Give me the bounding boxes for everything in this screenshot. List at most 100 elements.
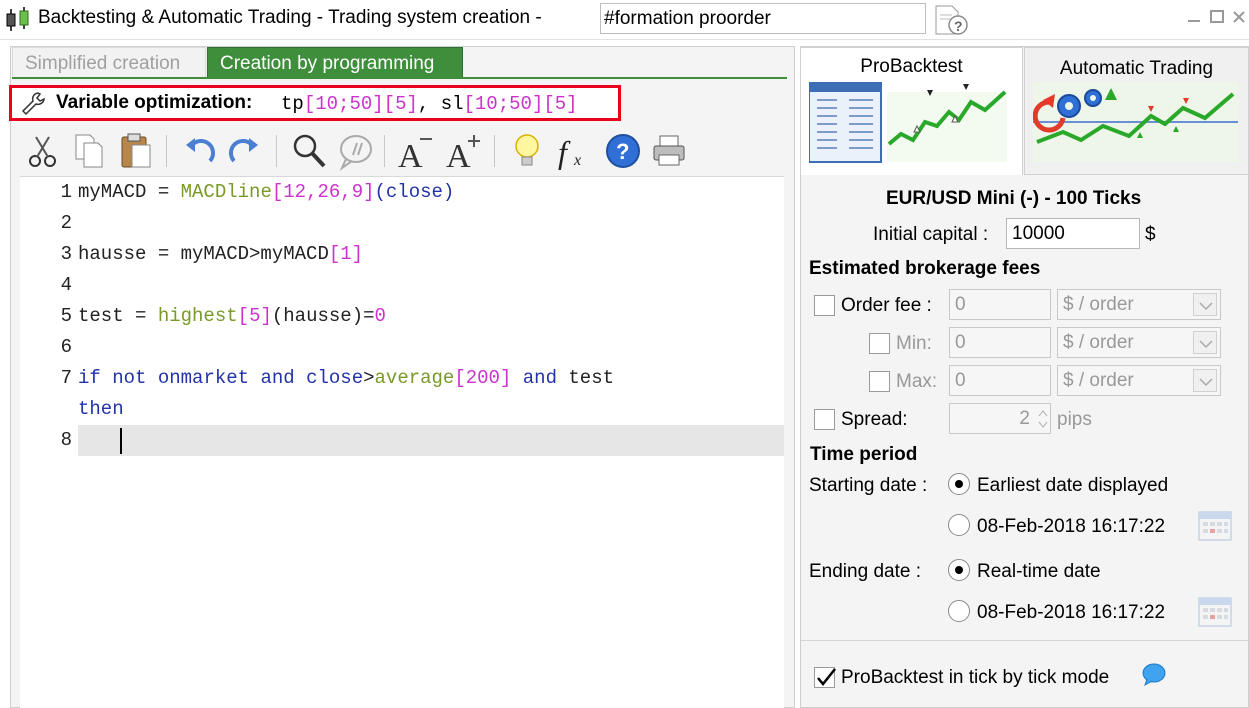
increase-font-icon[interactable]: A xyxy=(444,131,482,175)
lightbulb-icon[interactable] xyxy=(508,131,546,171)
calendar-icon[interactable] xyxy=(1196,506,1234,544)
text-caret xyxy=(120,428,122,454)
chat-bubble-info-icon[interactable] xyxy=(1141,662,1167,687)
function-icon[interactable]: fx xyxy=(554,131,592,171)
redo-icon[interactable] xyxy=(226,131,264,171)
svg-text:A: A xyxy=(446,138,471,171)
panel-divider xyxy=(801,640,1248,641)
line-number: 4 xyxy=(60,274,72,296)
spread-spinner[interactable]: 2 xyxy=(949,403,1051,434)
order-fee-label: Order fee : xyxy=(841,295,932,316)
tick-mode-checkbox[interactable] xyxy=(814,667,836,688)
code-editor[interactable]: 1 myMACD = MACDline[12,26,9](close) 2 3 … xyxy=(20,176,784,708)
tab-simplified-creation[interactable]: Simplified creation xyxy=(12,47,206,77)
decrease-font-icon[interactable]: A xyxy=(396,131,434,175)
line-number: 8 xyxy=(60,429,72,451)
print-icon[interactable] xyxy=(650,131,688,171)
document-help-icon[interactable]: ? xyxy=(932,3,970,37)
tab-automatic-trading[interactable]: Automatic Trading xyxy=(1024,47,1249,175)
initial-capital-input[interactable]: 10000 xyxy=(1006,218,1140,249)
code-line[interactable]: 6 xyxy=(20,332,784,363)
variable-optimization-bar[interactable]: Variable optimization: tp[10;50][5], sl[… xyxy=(9,85,621,121)
end-custom-date: 08-Feb-2018 16:17:22 xyxy=(977,602,1166,623)
toolbar-separator xyxy=(166,135,167,167)
undo-icon[interactable] xyxy=(180,131,218,171)
svg-text:?: ? xyxy=(954,18,963,34)
code-line-wrap[interactable]: then xyxy=(20,394,784,425)
minimize-icon[interactable] xyxy=(1185,8,1203,26)
chevron-down-icon[interactable] xyxy=(1193,331,1217,354)
code-line[interactable]: 7 if not onmarket and close>average[200]… xyxy=(20,363,784,394)
spread-unit: pips xyxy=(1057,409,1092,430)
copy-icon[interactable] xyxy=(70,131,108,171)
line-number: 6 xyxy=(60,336,72,358)
code-line[interactable]: 3 hausse = myMACD>myMACD[1] xyxy=(20,239,784,270)
line-number: 5 xyxy=(60,305,72,327)
order-fee-checkbox[interactable] xyxy=(814,295,835,316)
automatic-trading-illustration-icon xyxy=(1033,82,1238,162)
min-fee-checkbox[interactable] xyxy=(869,333,890,354)
current-line-highlight[interactable] xyxy=(78,425,784,456)
code-line[interactable]: 4 xyxy=(20,270,784,301)
start-earliest-radio[interactable] xyxy=(948,473,970,495)
chevron-down-icon[interactable] xyxy=(1193,293,1217,316)
paste-icon[interactable] xyxy=(116,131,154,171)
initial-capital-label: Initial capital : xyxy=(873,224,989,245)
capital-currency: $ xyxy=(1145,224,1156,245)
svg-text:f: f xyxy=(558,134,571,170)
line-number: 3 xyxy=(60,243,72,265)
tab-probacktest[interactable]: ProBacktest xyxy=(800,47,1023,175)
tab-creation-by-programming[interactable]: Creation by programming xyxy=(207,47,463,77)
instrument-label: EUR/USD Mini (-) - 100 Ticks xyxy=(886,188,1142,209)
order-fee-unit-select[interactable]: $ / order xyxy=(1057,289,1221,320)
system-name-input[interactable] xyxy=(600,3,926,34)
max-fee-input[interactable]: 0 xyxy=(949,365,1051,396)
tp-max-value: 50 xyxy=(349,93,373,115)
calendar-icon[interactable] xyxy=(1196,592,1234,630)
chevron-down-icon[interactable] xyxy=(1193,369,1217,392)
tick-mode-label: ProBacktest in tick by tick mode xyxy=(841,667,1110,688)
tp-variable-name: tp xyxy=(281,93,304,115)
close-icon[interactable] xyxy=(1230,8,1248,26)
help-icon[interactable]: ? xyxy=(604,131,642,171)
min-fee-label: Min: xyxy=(896,333,932,354)
variable-optimization-values[interactable]: tp[10;50][5], sl[10;50][5] xyxy=(281,93,578,115)
tp-min-value: 10 xyxy=(315,93,339,115)
max-fee-unit-value: $ / order xyxy=(1063,370,1134,391)
brokerage-fees-title: Estimated brokerage fees xyxy=(809,258,1041,279)
editor-toolbar: A A fx ? xyxy=(20,127,784,175)
code-line[interactable]: 8 xyxy=(20,425,784,456)
maximize-icon[interactable] xyxy=(1208,8,1226,26)
end-realtime-label: Real-time date xyxy=(977,561,1101,582)
min-fee-unit-select[interactable]: $ / order xyxy=(1057,327,1221,358)
sl-max-value: 50 xyxy=(509,93,532,115)
wrench-icon[interactable] xyxy=(20,90,48,116)
variable-optimization-label: Variable optimization: xyxy=(56,92,253,113)
start-custom-date-radio[interactable] xyxy=(948,514,970,536)
code-line[interactable]: 1 myMACD = MACDline[12,26,9](close) xyxy=(20,177,784,208)
max-fee-checkbox[interactable] xyxy=(869,371,890,392)
svg-text:A: A xyxy=(398,138,423,171)
line-number: 1 xyxy=(60,181,72,203)
tp-step-value: 5 xyxy=(395,93,407,115)
code-line[interactable]: 2 xyxy=(20,208,784,239)
ending-date-label: Ending date : xyxy=(809,561,921,582)
spread-checkbox[interactable] xyxy=(814,409,835,430)
end-custom-date-radio[interactable] xyxy=(948,600,970,622)
toolbar-separator xyxy=(276,135,277,167)
title-bar: Backtesting & Automatic Trading - Tradin… xyxy=(0,0,1249,40)
probacktest-illustration-icon xyxy=(809,82,1007,163)
start-earliest-label: Earliest date displayed xyxy=(977,475,1169,496)
end-realtime-radio[interactable] xyxy=(948,559,970,581)
order-fee-input[interactable]: 0 xyxy=(949,289,1051,320)
toolbar-separator xyxy=(384,135,385,167)
search-icon[interactable] xyxy=(290,131,328,171)
min-fee-input[interactable]: 0 xyxy=(949,327,1051,358)
cut-icon[interactable] xyxy=(24,131,62,171)
comment-icon[interactable] xyxy=(336,131,374,171)
min-fee-unit-value: $ / order xyxy=(1063,332,1134,353)
max-fee-unit-select[interactable]: $ / order xyxy=(1057,365,1221,396)
svg-text:x: x xyxy=(573,152,581,169)
code-line[interactable]: 5 test = highest[5](hausse)=0 xyxy=(20,301,784,332)
spinner-arrows-icon[interactable] xyxy=(1037,406,1049,432)
